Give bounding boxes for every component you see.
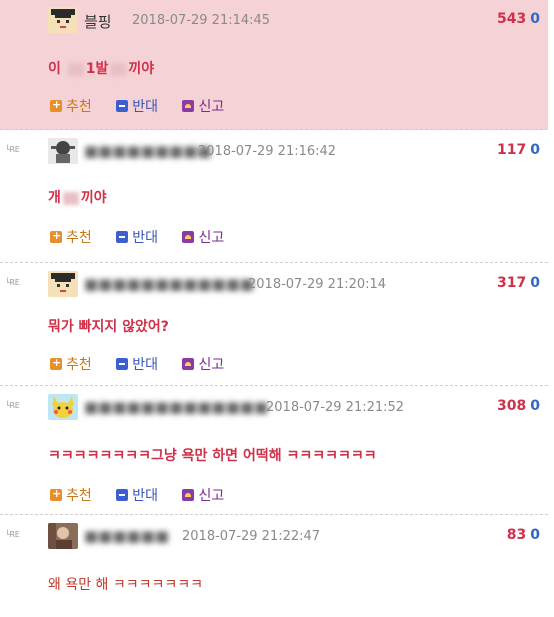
comment-actions: 추천 반대 신고 — [50, 96, 244, 116]
nickname[interactable]: ■■■■■■■■■■■■■ — [84, 398, 268, 416]
reply-tag: └RE — [5, 530, 20, 539]
report-label: 신고 — [198, 230, 225, 246]
nickname[interactable]: ■■■■■■ — [84, 527, 169, 545]
downvote-count: 0 — [530, 142, 540, 158]
censor-blur — [67, 62, 84, 76]
comment-text-part: 이 — [48, 61, 61, 77]
minus-icon — [116, 231, 129, 243]
minus-icon — [116, 100, 129, 112]
comment-date: 2018-07-29 21:14:45 — [132, 13, 271, 28]
recommend-button[interactable]: 추천 — [50, 354, 92, 374]
plus-icon — [50, 98, 62, 112]
minus-icon — [116, 489, 129, 501]
vote-count: 308 0 — [497, 398, 540, 414]
report-label: 신고 — [198, 99, 225, 115]
comment-body: 왜 욕만 해 ㅋㅋㅋㅋㅋㅋㅋ — [48, 577, 204, 593]
character-avatar — [48, 138, 78, 164]
comment-body: ㅋㅋㅋㅋㅋㅋㅋㅋ그냥 욕만 하면 어떡해 ㅋㅋㅋㅋㅋㅋㅋ — [48, 448, 377, 464]
siren-icon — [182, 100, 195, 112]
upvote-count: 117 — [497, 142, 527, 158]
reply-tag: └RE — [5, 278, 20, 287]
pikachu-avatar — [48, 394, 78, 420]
comment-date: 2018-07-29 21:20:14 — [248, 277, 387, 292]
vote-count: 543 0 — [497, 11, 540, 27]
oppose-button[interactable]: 반대 — [116, 485, 158, 505]
comment-body: 뭐가 빠지지 않았어? — [48, 319, 169, 335]
report-button[interactable]: 신고 — [182, 227, 224, 247]
downvote-count: 0 — [530, 275, 540, 291]
upvote-count: 543 — [497, 11, 527, 27]
upvote-count: 83 — [506, 527, 527, 543]
plus-icon — [50, 356, 62, 370]
oppose-label: 반대 — [132, 488, 158, 504]
minus-icon — [116, 358, 129, 370]
comment-text-part: 끼야 — [80, 190, 107, 206]
report-label: 신고 — [198, 357, 225, 373]
comment-header: 블핑 2018-07-29 21:14:45 543 0 — [48, 4, 540, 36]
photo-avatar — [48, 523, 78, 549]
oppose-label: 반대 — [132, 99, 158, 115]
reply-tag: └RE — [5, 145, 20, 154]
report-button[interactable]: 신고 — [182, 485, 224, 505]
censor-blur — [110, 62, 127, 76]
plus-icon — [50, 487, 62, 501]
downvote-count: 0 — [530, 527, 540, 543]
comment-item: └RE ■■■■■■ 2018-07-29 21:22:47 83 0 왜 욕만 … — [0, 516, 548, 617]
report-button[interactable]: 신고 — [182, 96, 224, 116]
recommend-label: 추천 — [66, 99, 92, 115]
graduation-cap-avatar — [48, 7, 78, 33]
oppose-label: 반대 — [132, 230, 158, 246]
comment-header: ■■■■■■■■■■■■ 2018-07-29 21:20:14 317 0 — [48, 268, 540, 300]
downvote-count: 0 — [530, 11, 540, 27]
comment-header: ■■■■■■■■■■■■■ 2018-07-29 21:21:52 308 0 — [48, 391, 540, 423]
comment-date: 2018-07-29 21:16:42 — [198, 144, 337, 159]
siren-icon — [182, 231, 195, 243]
oppose-label: 반대 — [132, 357, 158, 373]
downvote-count: 0 — [530, 398, 540, 414]
comment-item: 블핑 2018-07-29 21:14:45 5430 이 1발 끼야 추천 반대… — [0, 0, 548, 130]
reply-tag: └RE — [5, 401, 20, 410]
comment-item: └RE ■■■■■■■■■■■■■ 2018-07-29 21:21:52 30… — [0, 387, 548, 515]
graduation-cap-avatar — [48, 271, 78, 297]
comment-body: 개 끼야 — [48, 187, 107, 207]
recommend-button[interactable]: 추천 — [50, 227, 92, 247]
comment-actions: 추천 반대 신고 — [50, 354, 244, 374]
oppose-button[interactable]: 반대 — [116, 227, 158, 247]
comment-body: 이 1발 끼야 — [48, 58, 154, 78]
oppose-button[interactable]: 반대 — [116, 354, 158, 374]
plus-icon — [50, 229, 62, 243]
comment-actions: 추천 반대 신고 — [50, 485, 244, 505]
comment-text-part: 1발 — [85, 61, 109, 77]
siren-icon — [182, 358, 195, 370]
comment-actions: 추천 반대 신고 — [50, 227, 244, 247]
recommend-button[interactable]: 추천 — [50, 96, 92, 116]
comment-text-part: 끼야 — [128, 61, 155, 77]
vote-count: 117 0 — [497, 142, 540, 158]
nickname[interactable]: ■■■■■■■■■■■■ — [84, 275, 254, 293]
vote-count: 317 0 — [497, 275, 540, 291]
comment-date: 2018-07-29 21:21:52 — [266, 400, 405, 415]
recommend-button[interactable]: 추천 — [50, 485, 92, 505]
comment-item: └RE ■■■■■■■■■■■■ 2018-07-29 21:20:14 317… — [0, 264, 548, 386]
report-button[interactable]: 신고 — [182, 354, 224, 374]
upvote-count: 317 — [497, 275, 527, 291]
siren-icon — [182, 489, 195, 501]
recommend-label: 추천 — [66, 357, 92, 373]
upvote-count: 308 — [497, 398, 527, 414]
report-label: 신고 — [198, 488, 225, 504]
comment-text-part: 개 — [48, 190, 61, 206]
comment-date: 2018-07-29 21:22:47 — [182, 529, 321, 544]
nickname[interactable]: ■■■■■■■■■ — [84, 142, 212, 160]
censor-blur — [62, 191, 79, 205]
recommend-label: 추천 — [66, 488, 92, 504]
comment-header: ■■■■■■■■■ 2018-07-29 21:16:42 117 0 — [48, 135, 540, 167]
nickname[interactable]: 블핑 — [84, 11, 112, 32]
comment-item: └RE ■■■■■■■■■ 2018-07-29 21:16:42 117 0 개… — [0, 131, 548, 263]
comment-list: 블핑 2018-07-29 21:14:45 5430 이 1발끼야 추천 반대… — [0, 0, 554, 617]
recommend-label: 추천 — [66, 230, 92, 246]
vote-count: 83 0 — [507, 527, 540, 543]
comment-header: ■■■■■■ 2018-07-29 21:22:47 83 0 — [48, 520, 540, 552]
oppose-button[interactable]: 반대 — [116, 96, 158, 116]
